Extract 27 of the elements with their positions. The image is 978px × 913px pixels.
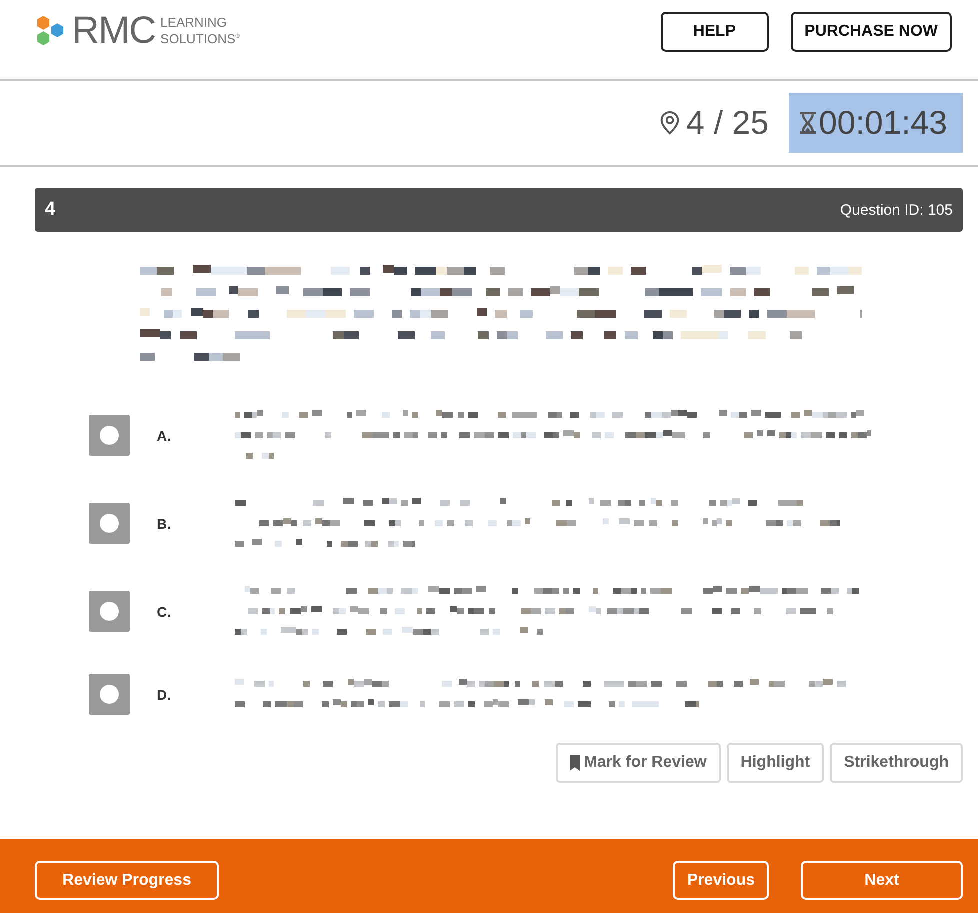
question-position: 4 / 25 xyxy=(686,104,769,142)
logo-subtitle: SOLUTIONS$^{®}$ xyxy=(160,30,240,47)
timer-text: 00:01:43 xyxy=(819,104,948,142)
question-id: Question ID: 105 xyxy=(840,202,953,218)
bookmark-icon xyxy=(570,755,580,771)
radio-button[interactable] xyxy=(89,503,130,544)
footer-button[interactable]: Previous xyxy=(673,861,769,900)
option-letter: A. xyxy=(157,428,171,444)
tool-button[interactable]: Strikethrough xyxy=(830,743,963,783)
hourglass-icon xyxy=(799,111,817,135)
option-letter: B. xyxy=(157,516,171,532)
radio-button[interactable] xyxy=(89,591,130,632)
logo-subtitle: LEARNING xyxy=(160,15,228,30)
logo-wordmark: RMC xyxy=(72,15,156,47)
radio-button[interactable] xyxy=(89,415,130,456)
location-pin-icon xyxy=(660,111,680,135)
footer-button[interactable]: Review Progress xyxy=(35,861,219,900)
tool-button[interactable]: Highlight xyxy=(726,743,824,783)
option-letter: D. xyxy=(157,686,171,702)
logo-icon xyxy=(36,16,66,46)
header-button[interactable]: PURCHASE NOW xyxy=(790,12,952,52)
footer-button[interactable]: Next xyxy=(801,861,963,900)
radio-button[interactable] xyxy=(89,674,130,715)
question-number: 4 xyxy=(45,199,56,221)
tool-button[interactable]: Mark for Review xyxy=(556,743,721,783)
option-letter: C. xyxy=(157,604,171,620)
header-button[interactable]: HELP xyxy=(660,12,769,52)
